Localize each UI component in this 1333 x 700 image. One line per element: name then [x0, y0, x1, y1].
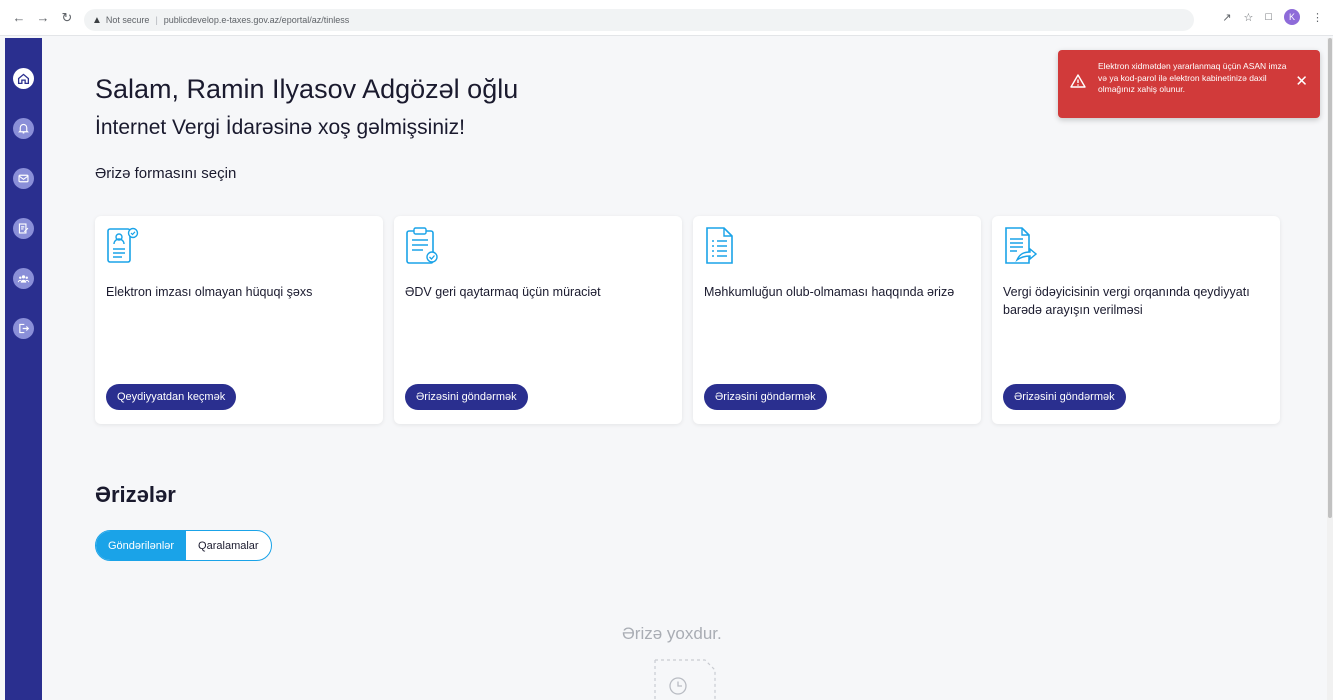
sidebar-item-messages[interactable]: [13, 168, 34, 189]
submit-application-button[interactable]: Ərizəsini göndərmək: [1003, 384, 1126, 410]
error-toast: Elektron xidmətdən yararlanmaq üçün ASAN…: [1058, 50, 1320, 118]
back-icon[interactable]: ←: [10, 9, 28, 27]
sidepanel-icon[interactable]: □: [1265, 11, 1272, 23]
tab-drafts[interactable]: Qaralamalar: [186, 531, 271, 560]
sidebar-item-applications[interactable]: [13, 218, 34, 239]
profile-avatar[interactable]: K: [1284, 9, 1300, 25]
card-title: Məhkumluğun olub-olmaması haqqında ərizə: [704, 285, 955, 299]
url-text: publicdevelop.e-taxes.gov.az/eportal/az/…: [163, 15, 350, 25]
list-document-icon: [706, 227, 733, 264]
address-bar[interactable]: ▲ Not secure | publicdevelop.e-taxes.gov…: [84, 9, 1194, 31]
register-button[interactable]: Qeydiyyatdan keçmək: [106, 384, 237, 410]
users-icon: [17, 275, 30, 283]
clipboard-check-icon: [406, 227, 438, 264]
welcome-subtitle: İnternet Vergi İdarəsinə xoş gəlmişsiniz…: [95, 116, 466, 139]
choose-form-label: Ərizə formasını seçin: [95, 165, 237, 182]
sidebar: [5, 38, 42, 700]
browser-actions: ↗ ☆ □ K ⋮: [1222, 9, 1323, 25]
sidebar-item-home[interactable]: [13, 68, 34, 89]
close-icon[interactable]: ✕: [1295, 74, 1308, 89]
applications-title: Ərizələr: [95, 482, 176, 507]
form-card[interactable]: ƏDV geri qaytarmaq üçün müraciət Ərizəsi…: [394, 216, 682, 424]
address-separator: |: [155, 15, 158, 25]
form-card[interactable]: Vergi ödəyicisinin vergi orqanında qeydi…: [992, 216, 1280, 424]
main-content: Salam, Ramin Ilyasov Adgözəl oğlu İntern…: [42, 38, 1327, 700]
warning-icon: ▲: [92, 14, 102, 26]
tab-sent[interactable]: Göndərilənlər: [96, 531, 187, 560]
card-title: ƏDV geri qaytarmaq üçün müraciət: [405, 285, 601, 299]
security-label: Not secure: [105, 15, 150, 25]
greeting-title: Salam, Ramin Ilyasov Adgözəl oğlu: [95, 74, 519, 104]
browser-toolbar: ← → ↻ ▲ Not secure | publicdevelop.e-tax…: [0, 0, 1333, 36]
home-icon: [17, 73, 30, 85]
forward-icon[interactable]: →: [34, 9, 52, 27]
card-title: Vergi ödəyicisinin vergi orqanında qeydi…: [1003, 285, 1250, 317]
share-icon[interactable]: ↗: [1222, 11, 1231, 24]
id-badge-document-icon: [107, 227, 139, 263]
browser-menu-icon[interactable]: ⋮: [1312, 11, 1323, 24]
document-share-icon: [1005, 227, 1037, 264]
bookmark-star-icon[interactable]: ☆: [1243, 11, 1253, 24]
submit-application-button[interactable]: Ərizəsini göndərmək: [405, 384, 528, 410]
page-scrollbar[interactable]: [1327, 38, 1333, 700]
edit-document-icon: [18, 223, 29, 234]
form-card[interactable]: Məhkumluğun olub-olmaması haqqında ərizə…: [693, 216, 981, 424]
empty-state-text: Ərizə yoxdur.: [622, 624, 722, 643]
scrollbar-thumb[interactable]: [1328, 38, 1332, 518]
card-title: Elektron imzası olmayan hüquqi şəxs: [106, 285, 313, 299]
bell-icon: [18, 123, 29, 134]
reload-icon[interactable]: ↻: [58, 9, 76, 27]
sidebar-item-users[interactable]: [13, 268, 34, 289]
toast-message: Elektron xidmətdən yararlanmaq üçün ASAN…: [1098, 61, 1287, 94]
sidebar-item-logout[interactable]: [13, 318, 34, 339]
sidebar-item-notifications[interactable]: [13, 118, 34, 139]
applications-tabs: Göndərilənlər Qaralamalar: [95, 530, 272, 561]
mail-icon: [18, 174, 29, 183]
submit-application-button[interactable]: Ərizəsini göndərmək: [704, 384, 827, 410]
empty-document-icon: [654, 659, 716, 700]
logout-icon: [19, 323, 30, 334]
form-card[interactable]: Elektron imzası olmayan hüquqi şəxs Qeyd…: [95, 216, 383, 424]
warning-triangle-icon: [1070, 74, 1086, 88]
